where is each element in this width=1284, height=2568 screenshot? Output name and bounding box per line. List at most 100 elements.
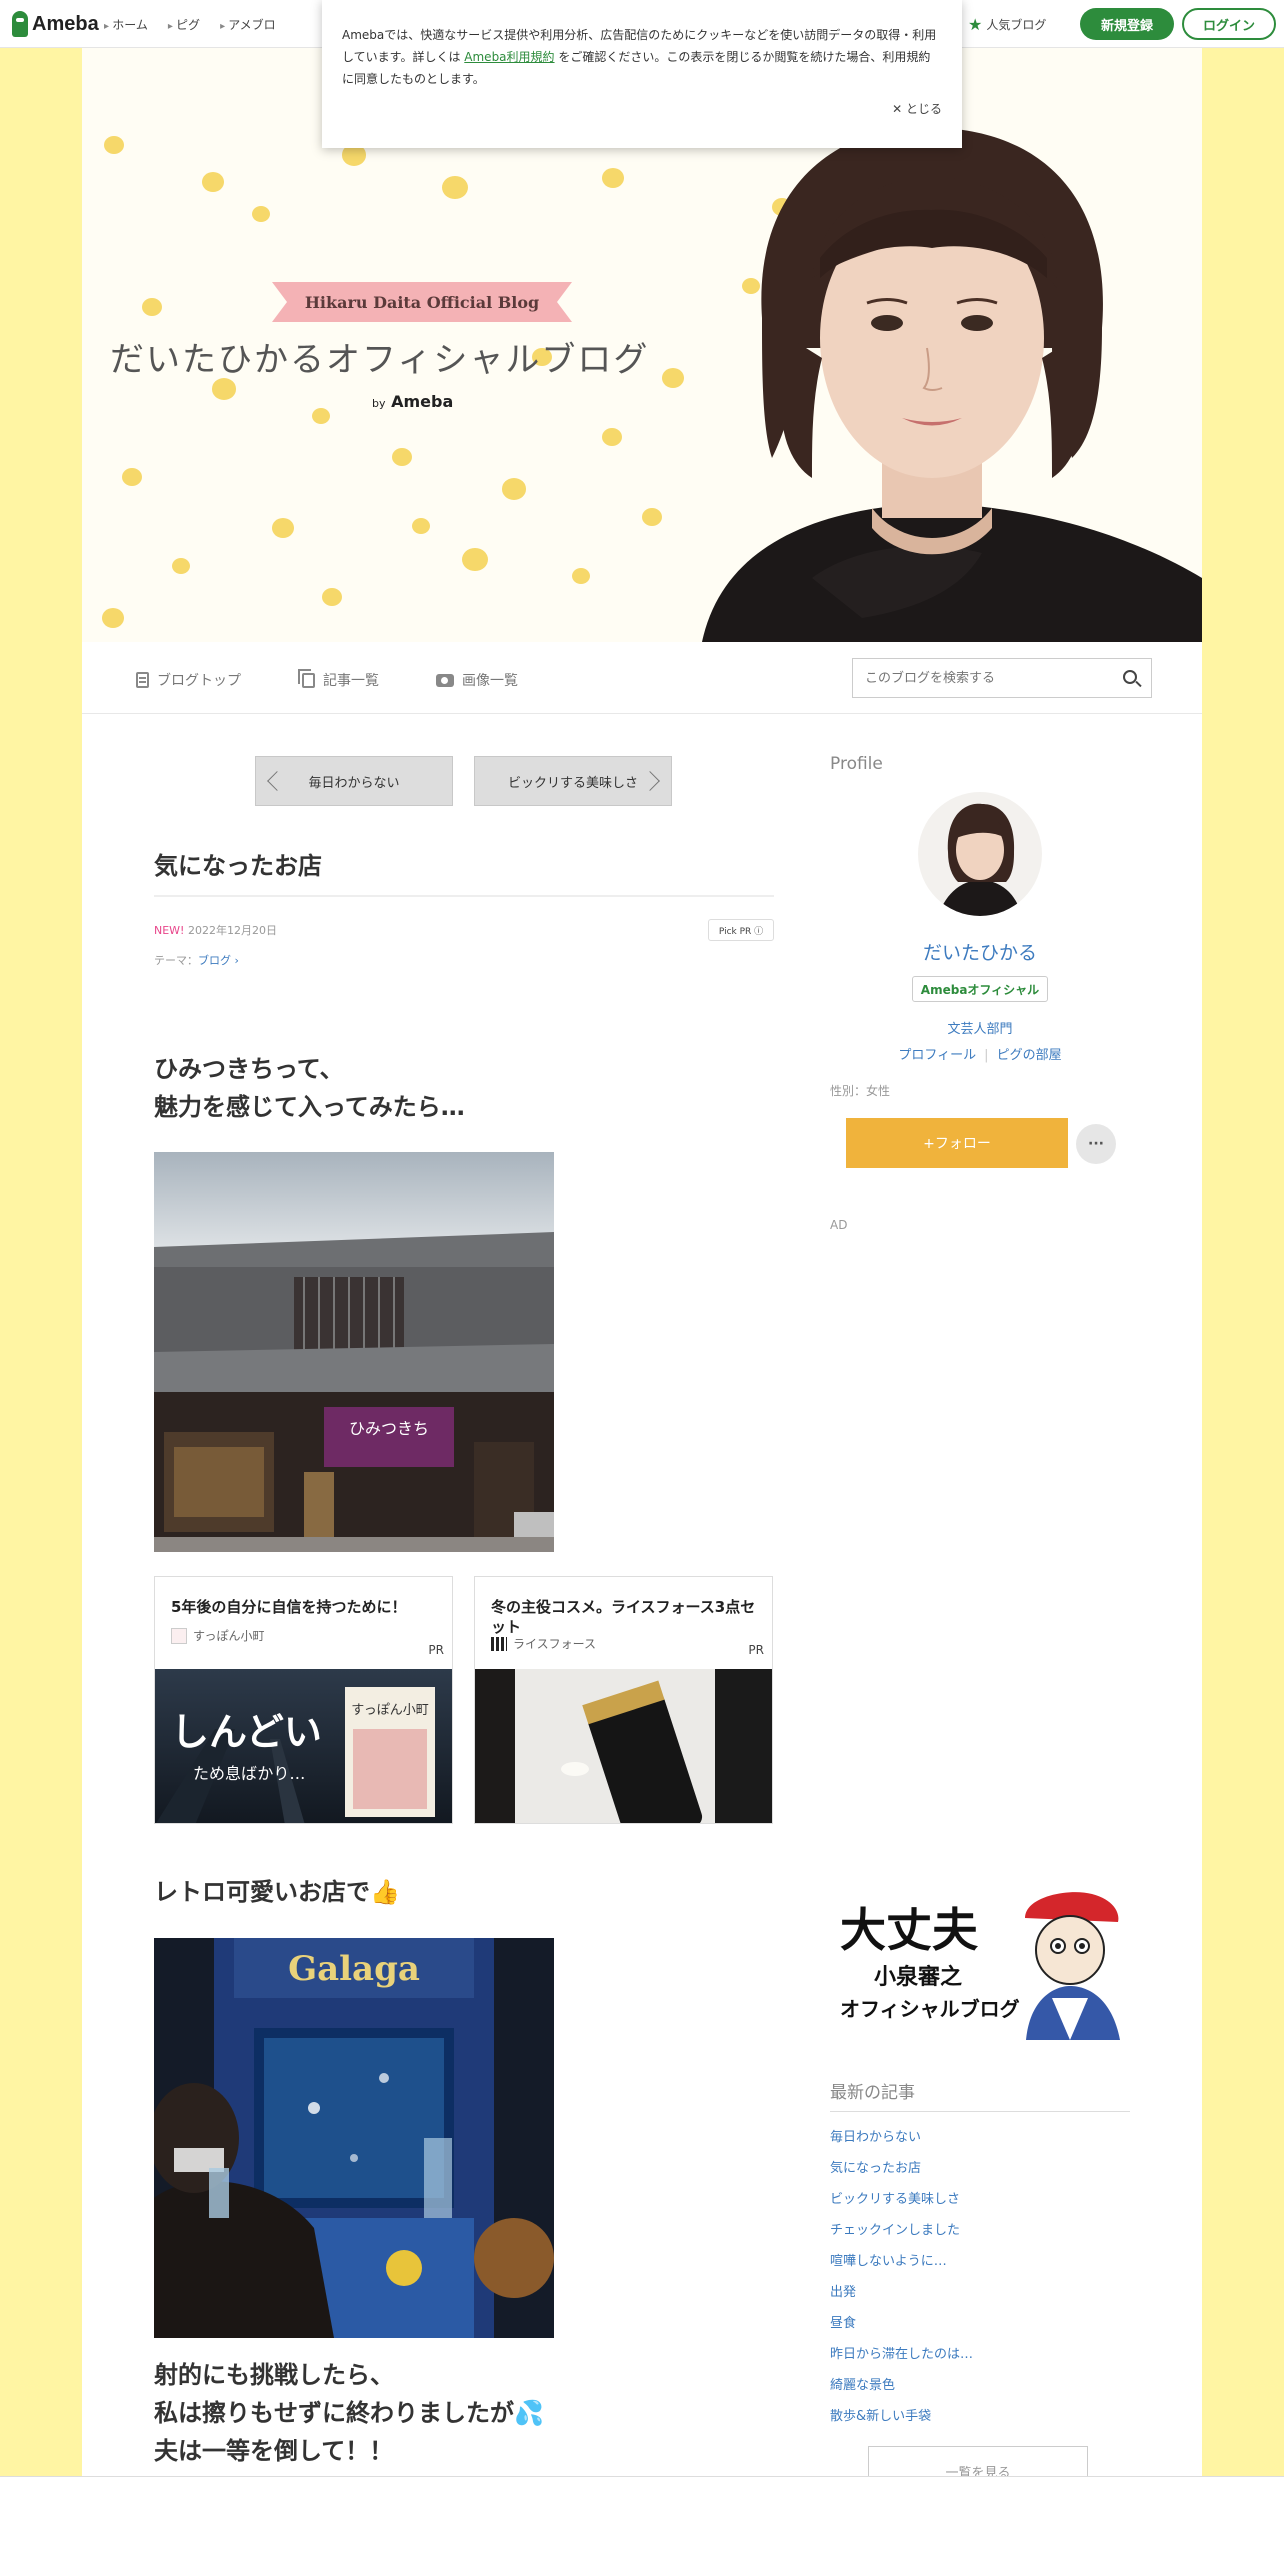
nav-home[interactable]: ホーム bbox=[104, 16, 148, 33]
polka-dot bbox=[272, 518, 294, 538]
blog-nav: ブログトップ 記事一覧 画像一覧 bbox=[82, 642, 1202, 714]
recent-entry-link[interactable]: チェックインしました bbox=[830, 2215, 973, 2246]
image-list-link[interactable]: 画像一覧 bbox=[436, 670, 518, 690]
terms-link[interactable]: Ameba利用規約 bbox=[464, 50, 554, 64]
article-paragraph: レトロ可愛いお店で👍 bbox=[154, 1878, 400, 1906]
avatar[interactable] bbox=[918, 792, 1042, 916]
recent-entries-list: 毎日わからない 気になったお店 ビックリする美味しさ チェックインしました 喧嘩… bbox=[830, 2122, 973, 2432]
polka-dot bbox=[312, 408, 330, 425]
by-brand: Ameba bbox=[391, 392, 454, 411]
sponsored-ad[interactable]: 冬の主役コスメ。ライスフォース3点セット ライスフォース PR bbox=[474, 1576, 773, 1824]
ameba-logo-icon bbox=[12, 11, 28, 37]
bottom-bar bbox=[0, 2476, 1284, 2568]
popular-blog-link[interactable]: ★ 人気ブログ bbox=[968, 15, 1046, 34]
paragraph-line: 射的にも挑戦したら、 bbox=[154, 2361, 394, 2389]
author-portrait bbox=[702, 126, 1202, 642]
ad-product-name: すっぽん小町 bbox=[351, 1703, 428, 1718]
category-link[interactable]: 文芸人部門 bbox=[830, 1018, 1130, 1037]
paragraph-line: 魅力を感じて入ってみたら… bbox=[154, 1093, 465, 1121]
ad-image bbox=[475, 1669, 772, 1823]
arcade-photo[interactable]: Galaga bbox=[154, 1938, 554, 2338]
shop-photo[interactable]: ひみつきち bbox=[154, 1152, 554, 1552]
polka-dot bbox=[642, 508, 662, 526]
recent-entries-heading: 最新の記事 bbox=[830, 2078, 1130, 2112]
banner-name: 小泉審之 bbox=[874, 1964, 962, 1990]
blog-top-link[interactable]: ブログトップ bbox=[136, 670, 241, 690]
copy-icon bbox=[298, 668, 315, 688]
ameba-logo-text: Ameba bbox=[32, 12, 99, 35]
paragraph-line: 夫は一等を倒して！！ bbox=[154, 2437, 394, 2465]
blog-container: Hikaru Daita Official Blog だいたひかるオフィシャルブ… bbox=[82, 48, 1202, 2568]
global-nav: ホーム ピグ アメブロ bbox=[104, 16, 275, 33]
by-label: by bbox=[372, 397, 386, 410]
ad-image: しんどい ため息ばかり… すっぽん小町 bbox=[155, 1669, 452, 1823]
star-icon: ★ bbox=[968, 15, 983, 34]
polka-dot bbox=[322, 588, 342, 606]
cookie-close-button[interactable]: ✕ とじる bbox=[892, 100, 942, 117]
search-icon[interactable] bbox=[1123, 670, 1137, 684]
popular-blog-label: 人気ブログ bbox=[986, 18, 1047, 32]
banner-headline: 大丈夫 bbox=[840, 1903, 979, 1957]
login-button[interactable]: ログイン bbox=[1182, 8, 1276, 40]
chevron-right-icon bbox=[640, 771, 660, 791]
blog-title: だいたひかるオフィシャルブログ bbox=[110, 340, 650, 380]
article-title: 気になったお店 bbox=[154, 846, 774, 897]
signup-button[interactable]: 新規登録 bbox=[1080, 8, 1174, 40]
recent-entry-link[interactable]: 昨日から滞在したのは… bbox=[830, 2339, 973, 2370]
recent-entry-link[interactable]: 毎日わからない bbox=[830, 2122, 973, 2153]
sponsored-ad[interactable]: 5年後の自分に自信を持つために！ すっぽん小町 PR しんどい ため息ばかり… … bbox=[154, 1576, 453, 1824]
ad-title: 冬の主役コスメ。ライスフォース3点セット bbox=[491, 1598, 756, 1636]
next-entry-button[interactable]: ビックリする美味しさ bbox=[474, 756, 672, 806]
advertiser-logo-icon bbox=[491, 1636, 507, 1651]
article-paragraph: ひみつきちって、 魅力を感じて入ってみたら… bbox=[154, 1050, 465, 1126]
blog-search-input[interactable] bbox=[853, 659, 1113, 697]
banner-subtitle: オフィシャルブログ bbox=[840, 1997, 1020, 2021]
separator: | bbox=[984, 1048, 989, 1063]
ameba-logo[interactable]: Ameba bbox=[12, 11, 99, 37]
pigg-room-link[interactable]: ピグの部屋 bbox=[997, 1048, 1062, 1063]
recent-entry-link[interactable]: 気になったお店 bbox=[830, 2153, 973, 2184]
polka-dot bbox=[602, 168, 624, 188]
profile-heading: Profile bbox=[830, 754, 883, 774]
more-options-button[interactable]: ··· bbox=[1076, 1124, 1116, 1164]
blog-search bbox=[852, 658, 1152, 698]
ad-source-name: ライスフォース bbox=[513, 1637, 597, 1651]
author-name-link[interactable]: だいたひかる bbox=[830, 938, 1130, 965]
recent-entry-link[interactable]: 散歩&新しい手袋 bbox=[830, 2401, 973, 2432]
cookie-notice: Amebaでは、快適なサービス提供や利用分析、広告配信のためにクッキーなどを使い… bbox=[322, 0, 962, 148]
related-blog-banner[interactable]: 大丈夫 小泉審之 オフィシャルブログ bbox=[830, 1888, 1130, 2040]
prev-entry-button[interactable]: 毎日わからない bbox=[255, 756, 453, 806]
recent-entry-link[interactable]: 綺麗な景色 bbox=[830, 2370, 973, 2401]
nav-ameblo[interactable]: アメブロ bbox=[220, 16, 275, 33]
entry-list-link[interactable]: 記事一覧 bbox=[298, 668, 379, 690]
document-icon bbox=[136, 672, 149, 688]
polka-dot bbox=[142, 298, 162, 316]
pr-label: PR bbox=[748, 1643, 764, 1657]
profile-links: プロフィール | ピグの部屋 bbox=[830, 1044, 1130, 1063]
official-badge: Amebaオフィシャル bbox=[912, 976, 1048, 1002]
pick-pr-button[interactable]: Pick PR ⓘ bbox=[708, 919, 774, 941]
theme-link[interactable]: ブログ bbox=[198, 954, 231, 967]
polka-dot bbox=[462, 548, 488, 572]
arcade-marquee-text: Galaga bbox=[288, 1949, 420, 1989]
paragraph-line: ひみつきちって、 bbox=[154, 1055, 344, 1083]
ad-image-subline: ため息ばかり… bbox=[193, 1764, 305, 1783]
entry-list-label: 記事一覧 bbox=[323, 673, 379, 689]
recent-entry-link[interactable]: 出発 bbox=[830, 2277, 973, 2308]
recent-entry-link[interactable]: 喧嘩しないように… bbox=[830, 2246, 973, 2277]
ad-title: 5年後の自分に自信を持つために！ bbox=[171, 1598, 407, 1616]
gender-info: 性別：女性 bbox=[830, 1084, 891, 1098]
recent-entry-link[interactable]: ビックリする美味しさ bbox=[830, 2184, 973, 2215]
ad-source: ライスフォース bbox=[491, 1635, 596, 1652]
camera-icon bbox=[436, 673, 454, 687]
polka-dot bbox=[104, 136, 124, 154]
profile-link[interactable]: プロフィール bbox=[898, 1048, 976, 1063]
pr-label: PR bbox=[428, 1643, 444, 1657]
next-entry-label: ビックリする美味しさ bbox=[507, 775, 638, 791]
nav-pigg[interactable]: ピグ bbox=[168, 16, 200, 33]
follow-button[interactable]: +フォロー bbox=[846, 1118, 1068, 1168]
article-paragraph: 射的にも挑戦したら、 私は擦りもせずに終わりましたが💦 夫は一等を倒して！！ bbox=[154, 2356, 544, 2470]
polka-dot bbox=[392, 448, 412, 466]
by-ameba: by Ameba bbox=[372, 392, 453, 411]
recent-entry-link[interactable]: 昼食 bbox=[830, 2308, 973, 2339]
